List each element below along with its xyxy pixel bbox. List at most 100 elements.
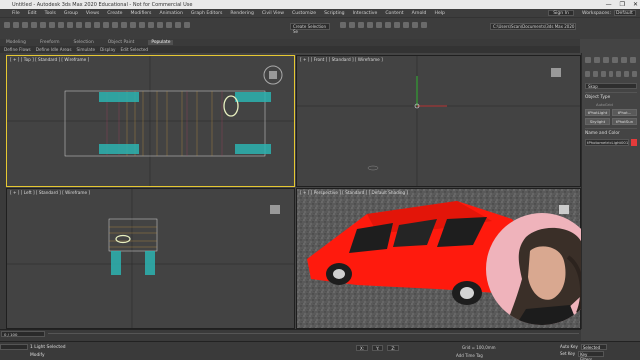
- name-and-color-rollout[interactable]: Name and Color: [585, 128, 637, 136]
- object-color-swatch[interactable]: [631, 139, 637, 146]
- redo-icon[interactable]: [13, 22, 19, 28]
- select-object-icon[interactable]: [58, 22, 64, 28]
- tphotometric-light-button[interactable]: tPhotLight: [585, 109, 610, 116]
- close-button[interactable]: ✕: [633, 1, 638, 8]
- ribbon-tab-populate[interactable]: Populate: [148, 40, 174, 45]
- snaps-toggle-icon[interactable]: [157, 22, 163, 28]
- hierarchy-tab-icon[interactable]: [603, 57, 609, 63]
- rendered-frame-icon[interactable]: [412, 22, 418, 28]
- sign-in-button[interactable]: Sign In: [548, 10, 574, 16]
- cameras-icon[interactable]: [608, 71, 614, 77]
- layer-explorer-icon[interactable]: [358, 22, 364, 28]
- menu-tools[interactable]: Tools: [45, 11, 56, 16]
- skylight-button[interactable]: Skylight: [585, 118, 610, 125]
- viewport-left[interactable]: [ + ] [ Left ] [ Standard ] [ Wireframe …: [6, 188, 295, 329]
- x-coordinate[interactable]: X:: [356, 345, 369, 351]
- menu-help[interactable]: Help: [434, 11, 444, 16]
- create-tab-icon[interactable]: [585, 57, 591, 63]
- menu-customize[interactable]: Customize: [292, 11, 316, 16]
- rotate-icon[interactable]: [103, 22, 109, 28]
- undo-icon[interactable]: [4, 22, 10, 28]
- edit-selected-button[interactable]: Edit Selected: [121, 47, 149, 52]
- shapes-icon[interactable]: [592, 71, 598, 77]
- time-slider[interactable]: 0 / 100: [1, 331, 45, 337]
- project-path-field[interactable]: C:\Users\Scan\Documents\3ds Max 2020: [490, 23, 576, 30]
- z-coordinate[interactable]: Z:: [387, 345, 400, 351]
- menu-graph-editors[interactable]: Graph Editors: [191, 11, 223, 16]
- window-crossing-icon[interactable]: [85, 22, 91, 28]
- material-editor-icon[interactable]: [394, 22, 400, 28]
- modify-tab-icon[interactable]: [594, 57, 600, 63]
- auto-key-button[interactable]: Auto Key: [560, 344, 578, 350]
- light-type-dropdown[interactable]: Skap: [585, 83, 637, 89]
- menu-interactive[interactable]: Interactive: [353, 11, 378, 16]
- menu-file[interactable]: File: [12, 11, 20, 16]
- menu-arnold[interactable]: Arnold: [412, 11, 427, 16]
- angle-snap-icon[interactable]: [166, 22, 172, 28]
- move-icon[interactable]: [94, 22, 100, 28]
- set-key-button[interactable]: Set Key: [560, 351, 575, 357]
- percent-snap-icon[interactable]: [175, 22, 181, 28]
- maximize-button[interactable]: ❐: [620, 1, 625, 8]
- menu-rendering[interactable]: Rendering: [230, 11, 253, 16]
- menu-content[interactable]: Content: [385, 11, 403, 16]
- helpers-icon[interactable]: [616, 71, 622, 77]
- viewport-top[interactable]: [ + ] [ Top ] [ Standard ] [ Wireframe ]: [6, 55, 295, 187]
- schematic-view-icon[interactable]: [385, 22, 391, 28]
- pivot-center-icon[interactable]: [139, 22, 145, 28]
- reference-coordinate-icon[interactable]: [130, 22, 136, 28]
- menu-create[interactable]: Create: [107, 11, 122, 16]
- menu-scripting[interactable]: Scripting: [324, 11, 344, 16]
- menu-edit[interactable]: Edit: [28, 11, 37, 16]
- ribbon-tab-object-paint[interactable]: Object Paint: [108, 40, 135, 45]
- selection-set-dropdown[interactable]: Create Selection Se: [290, 23, 330, 34]
- scale-icon[interactable]: [112, 22, 118, 28]
- viewport-perspective-label[interactable]: [ + ] [ Perspective ] [ Standard ] [ Def…: [300, 190, 408, 195]
- render-setup-icon[interactable]: [403, 22, 409, 28]
- tphotsun-button[interactable]: tPhotSun: [612, 118, 637, 125]
- menu-animation[interactable]: Animation: [159, 11, 182, 16]
- define-idle-areas-button[interactable]: Define Idle Areas: [36, 47, 72, 52]
- keyboard-shortcut-override-icon[interactable]: [148, 22, 154, 28]
- menu-modifiers[interactable]: Modifiers: [130, 11, 151, 16]
- rect-selection-icon[interactable]: [76, 22, 82, 28]
- tphot-button[interactable]: tPhot...: [612, 109, 637, 116]
- render-production-icon[interactable]: [421, 22, 427, 28]
- unlink-icon[interactable]: [31, 22, 37, 28]
- mirror-icon[interactable]: [340, 22, 346, 28]
- y-coordinate[interactable]: Y:: [372, 345, 384, 351]
- select-by-name-icon[interactable]: [67, 22, 73, 28]
- link-icon[interactable]: [22, 22, 28, 28]
- menu-group[interactable]: Group: [64, 11, 78, 16]
- auto-key-mode-dropdown[interactable]: Selected: [580, 344, 607, 350]
- curve-editor-icon[interactable]: [376, 22, 382, 28]
- workspaces-dropdown[interactable]: Default: [614, 10, 636, 16]
- object-name-input[interactable]: tPhotometricLight001: [585, 139, 629, 146]
- space-warps-icon[interactable]: [624, 71, 630, 77]
- motion-tab-icon[interactable]: [612, 57, 618, 63]
- display-button[interactable]: Display: [100, 47, 115, 52]
- add-time-tag[interactable]: Add Time Tag: [456, 353, 483, 358]
- systems-icon[interactable]: [632, 71, 638, 77]
- viewport-front[interactable]: [ + ] [ Front ] [ Standard ] [ Wireframe…: [296, 55, 581, 187]
- bind-space-warp-icon[interactable]: [40, 22, 46, 28]
- toggle-ribbon-icon[interactable]: [367, 22, 373, 28]
- ribbon-tab-freeform[interactable]: Freeform: [40, 40, 60, 45]
- menu-views[interactable]: Views: [86, 11, 99, 16]
- simulate-button[interactable]: Simulate: [77, 47, 96, 52]
- ribbon-tab-selection[interactable]: Selection: [74, 40, 94, 45]
- define-flows-button[interactable]: Define Flows: [4, 47, 31, 52]
- utilities-tab-icon[interactable]: [630, 57, 636, 63]
- key-filters-button[interactable]: Key Filters...: [578, 351, 605, 360]
- menu-civil-view[interactable]: Civil View: [262, 11, 284, 16]
- maxscript-listener[interactable]: [0, 344, 28, 350]
- spinner-snap-icon[interactable]: [184, 22, 190, 28]
- ribbon-tab-modeling[interactable]: Modeling: [6, 40, 26, 45]
- track-bar[interactable]: [48, 333, 579, 337]
- selection-filter-icon[interactable]: [49, 22, 55, 28]
- minimize-button[interactable]: —: [606, 1, 612, 8]
- geometry-icon[interactable]: [585, 71, 590, 77]
- autogrid-checkbox[interactable]: AutoGrid: [596, 102, 640, 107]
- object-type-rollout[interactable]: Object Type: [585, 92, 637, 100]
- display-tab-icon[interactable]: [621, 57, 627, 63]
